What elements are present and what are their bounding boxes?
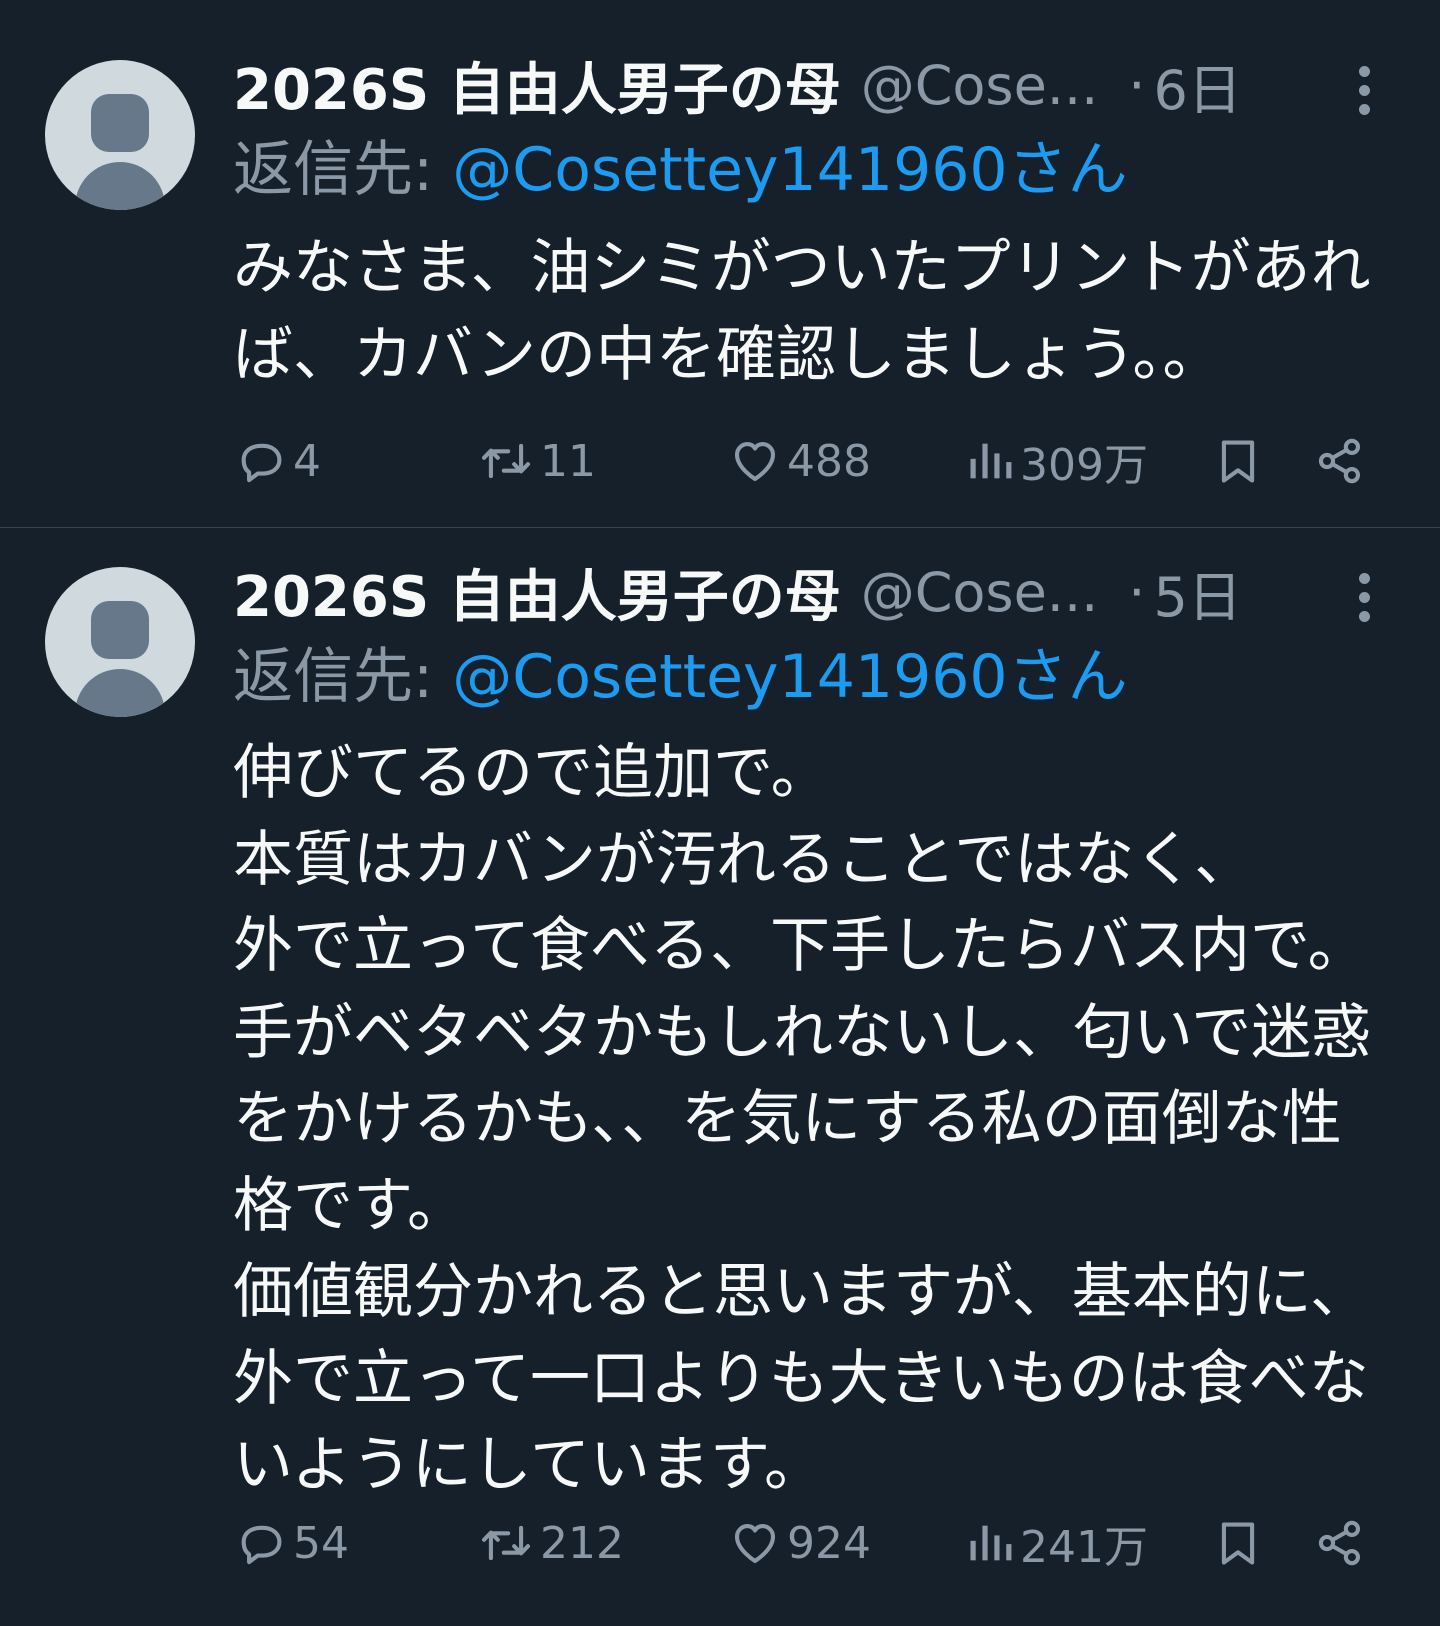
avatar-body-shape bbox=[75, 669, 165, 717]
display-name[interactable]: 2026S 自由人男子の母 bbox=[233, 552, 841, 633]
user-handle[interactable]: @Cose... bbox=[861, 54, 1099, 117]
like-button[interactable]: 924 bbox=[729, 1508, 871, 1578]
share-nodes-icon bbox=[1318, 1520, 1361, 1566]
reply-prefix: 返信先: bbox=[233, 642, 453, 712]
avatar-body-shape bbox=[75, 162, 165, 210]
reply-count: 54 bbox=[293, 1517, 349, 1569]
tweet-text-line: 手がベタベタかもしれないし、匂いで迷惑 bbox=[233, 997, 1372, 1068]
reply-context: 返信先: @Cosettey141960さん bbox=[233, 132, 1128, 208]
views-button[interactable]: 309万 bbox=[966, 426, 1148, 496]
views-button[interactable]: 241万 bbox=[966, 1508, 1148, 1578]
like-button[interactable]: 488 bbox=[729, 426, 871, 496]
tweet-header: 2026S 自由人男子の母 @Cose... · 5日 bbox=[233, 557, 1242, 630]
bookmark-button[interactable] bbox=[1212, 1508, 1264, 1578]
bookmark-button[interactable] bbox=[1212, 426, 1264, 496]
tweet[interactable]: 2026S 自由人男子の母 @Cose... · 5日 返信先: @Cosett… bbox=[0, 528, 1440, 1626]
avatar-head-shape bbox=[91, 94, 149, 152]
separator-dot: · bbox=[1128, 560, 1146, 624]
tweet-text-line: 外で立って食べる、下手したらバス内で。 bbox=[233, 911, 1368, 981]
heart-icon bbox=[734, 442, 776, 482]
reply-to-link[interactable]: @Cosettey141960さん bbox=[452, 135, 1127, 205]
tweet-text: みなさま、油シミがついたプリントがあれ ば、カバンの中を確認しましょう。。 bbox=[233, 225, 1413, 398]
tweet-text-line: 伸びてるので追加で。 bbox=[233, 738, 831, 808]
like-count: 488 bbox=[787, 435, 871, 487]
speech-bubble-icon bbox=[241, 1525, 282, 1565]
reply-count: 4 bbox=[293, 435, 321, 487]
bookmark-icon bbox=[1221, 440, 1255, 483]
share-nodes-icon bbox=[1318, 438, 1361, 484]
tweet-text-line: 格です。 bbox=[233, 1170, 467, 1241]
bar-chart-icon bbox=[970, 443, 1012, 479]
reply-to-link[interactable]: @Cosettey141960さん bbox=[452, 642, 1127, 712]
retweet-arrows-icon bbox=[481, 443, 531, 479]
tweet[interactable]: 2026S 自由人男子の母 @Cose... · 6日 返信先: @Cosett… bbox=[0, 0, 1440, 528]
avatar-head-shape bbox=[91, 601, 149, 659]
bar-chart-icon bbox=[970, 1525, 1012, 1561]
tweet-text-line: いようにしています。 bbox=[233, 1430, 824, 1500]
retweet-count: 212 bbox=[540, 1517, 624, 1569]
action-bar: 4 11 488 309万 bbox=[0, 426, 1440, 496]
more-vertical-icon[interactable] bbox=[1346, 562, 1382, 632]
speech-bubble-icon bbox=[241, 443, 282, 483]
tweet-text-line: 本質はカバンが汚れることではなく、 bbox=[233, 824, 1255, 895]
reply-prefix: 返信先: bbox=[233, 135, 453, 205]
views-count: 309万 bbox=[1020, 440, 1148, 491]
more-vertical-icon[interactable] bbox=[1346, 55, 1382, 125]
action-bar: 54 212 924 241万 bbox=[0, 1508, 1440, 1578]
avatar[interactable] bbox=[45, 567, 195, 717]
timestamp[interactable]: 5日 bbox=[1153, 553, 1241, 632]
like-count: 924 bbox=[787, 1517, 871, 1569]
heart-icon bbox=[734, 1524, 776, 1564]
separator-dot: · bbox=[1128, 53, 1146, 117]
tweet-text: 伸びてるので追加で。 本質はカバンが汚れることではなく、 外で立って食べる、下手… bbox=[233, 730, 1413, 1509]
tweet-text-line: ば、カバンの中を確認しましょう。。 bbox=[233, 319, 1223, 390]
display-name[interactable]: 2026S 自由人男子の母 bbox=[233, 45, 841, 126]
reply-context: 返信先: @Cosettey141960さん bbox=[233, 639, 1128, 715]
tweet-text-line: をかけるかも、、を気にする私の面倒な性 bbox=[233, 1084, 1342, 1154]
retweet-button[interactable]: 212 bbox=[478, 1508, 624, 1578]
retweet-arrows-icon bbox=[481, 1525, 531, 1561]
tweet-header: 2026S 自由人男子の母 @Cose... · 6日 bbox=[233, 50, 1242, 123]
tweet-text-line: 外で立って一口よりも大きいものは食べな bbox=[233, 1343, 1369, 1414]
retweet-count: 11 bbox=[540, 435, 596, 487]
reply-button[interactable]: 54 bbox=[235, 1508, 349, 1578]
share-button[interactable] bbox=[1314, 426, 1366, 496]
views-count: 241万 bbox=[1020, 1522, 1148, 1573]
tweet-text-line: みなさま、油シミがついたプリントがあれ bbox=[233, 233, 1371, 303]
tweet-text-line: 価値観分かれると思いますが、基本的に、 bbox=[233, 1257, 1370, 1327]
user-handle[interactable]: @Cose... bbox=[861, 561, 1099, 624]
bookmark-icon bbox=[1221, 1522, 1255, 1565]
avatar[interactable] bbox=[45, 60, 195, 210]
reply-button[interactable]: 4 bbox=[235, 426, 321, 496]
share-button[interactable] bbox=[1314, 1508, 1366, 1578]
retweet-button[interactable]: 11 bbox=[478, 426, 596, 496]
timestamp[interactable]: 6日 bbox=[1153, 46, 1241, 125]
